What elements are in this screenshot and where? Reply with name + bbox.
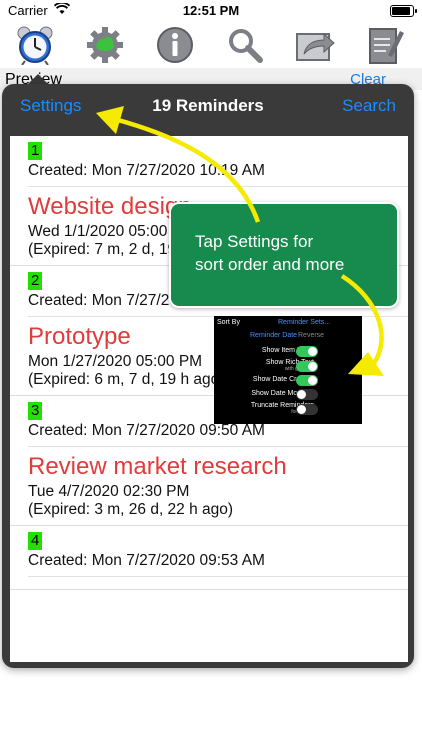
arrow-to-thumbnail bbox=[340, 274, 384, 376]
arrow-to-settings bbox=[96, 106, 261, 223]
annotation-arrows bbox=[96, 106, 384, 376]
